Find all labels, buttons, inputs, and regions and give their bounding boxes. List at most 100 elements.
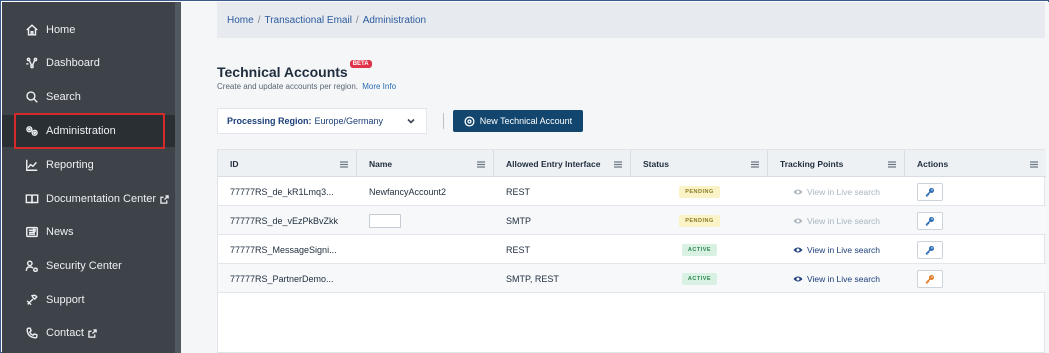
sidebar-item-contact[interactable]: Contact	[2, 317, 181, 349]
view-live-search-link: View in Live search	[793, 187, 880, 197]
cell-tracking: View in Live search	[768, 177, 905, 206]
column-menu-icon[interactable]	[1030, 160, 1038, 168]
status-badge: ACTIVE	[681, 243, 718, 256]
cell-name	[357, 235, 494, 264]
sidebar: Home Dashboard Search Administration Rep…	[2, 2, 181, 353]
table-row[interactable]: 77777RS_de_vEzPkBvZkk SMTP PENDING View …	[218, 206, 1046, 235]
column-header-tracking-points[interactable]: Tracking Points	[768, 150, 905, 177]
region-select[interactable]: Processing Region: Europe/Germany	[217, 108, 427, 134]
key-icon	[925, 187, 934, 197]
support-icon	[24, 292, 40, 308]
cell-tracking: View in Live search	[768, 235, 905, 264]
sidebar-item-security-center[interactable]: Security Center	[2, 250, 181, 282]
table-header: ID Name Allowed Entry Interface Status T…	[218, 150, 1046, 177]
table-row[interactable]: 77777RS_MessageSigni... REST ACTIVE View…	[218, 235, 1046, 264]
sidebar-item-support[interactable]: Support	[2, 284, 181, 316]
content-gutter	[181, 2, 217, 353]
administration-highlight	[14, 113, 165, 149]
status-badge: ACTIVE	[681, 272, 718, 285]
sidebar-item-news[interactable]: News	[2, 216, 181, 248]
column-label: Actions	[917, 158, 949, 169]
cell-actions	[905, 264, 1046, 293]
link-label: View in Live search	[806, 273, 881, 284]
column-header-name[interactable]: Name	[357, 150, 494, 177]
key-button[interactable]	[917, 240, 943, 259]
cell-interface: SMTP	[506, 215, 532, 226]
sidebar-item-label: Security Center	[46, 260, 122, 272]
sidebar-item-reporting[interactable]: Reporting	[2, 149, 181, 181]
column-header-id[interactable]: ID	[218, 150, 357, 177]
name-input[interactable]	[369, 213, 401, 228]
sidebar-item-home[interactable]: Home	[2, 14, 181, 46]
security-icon	[24, 258, 40, 274]
key-icon	[925, 274, 934, 284]
app-window: Home Dashboard Search Administration Rep…	[0, 0, 1049, 353]
sidebar-item-label: Documentation Center	[46, 193, 157, 205]
sidebar-item-dashboard[interactable]: Dashboard	[2, 47, 181, 79]
column-header-interface[interactable]: Allowed Entry Interface	[494, 150, 631, 177]
contact-icon	[24, 325, 40, 341]
key-icon	[925, 216, 934, 226]
cell-tracking: View in Live search	[768, 264, 905, 293]
column-header-status[interactable]: Status	[631, 150, 768, 177]
column-menu-icon[interactable]	[888, 160, 896, 168]
sidebar-item-label: Home	[46, 24, 76, 36]
sidebar-item-label: Search	[46, 91, 81, 103]
eye-icon	[793, 217, 803, 225]
book-icon	[24, 191, 40, 207]
column-menu-icon[interactable]	[614, 160, 622, 168]
cell-id: 77777RS_MessageSigni...	[230, 244, 337, 255]
column-label: Tracking Points	[780, 158, 844, 169]
new-technical-account-button[interactable]: New Technical Account	[453, 110, 583, 132]
table-row[interactable]: 77777RS_de_kR1Lmq3... NewfancyAccount2 R…	[218, 177, 1046, 206]
main-content: Home / Transactional Email / Administrat…	[181, 2, 1049, 353]
breadcrumb-transactional-email[interactable]: Transactional Email	[264, 15, 351, 26]
sidebar-item-search[interactable]: Search	[2, 81, 181, 113]
column-label: ID	[230, 158, 239, 169]
link-label: View in Live search	[806, 215, 881, 226]
cell-name	[357, 206, 494, 235]
breadcrumb: Home / Transactional Email / Administrat…	[217, 2, 1045, 38]
view-live-search-link: View in Live search	[793, 216, 880, 226]
column-menu-icon[interactable]	[477, 160, 485, 168]
cell-id: 77777RS_PartnerDemo...	[230, 273, 334, 284]
column-menu-icon[interactable]	[340, 160, 348, 168]
status-badge: PENDING	[679, 214, 720, 227]
subtitle-text: Create and update accounts per region.	[217, 82, 358, 91]
more-info-link[interactable]: More Info	[362, 82, 396, 91]
column-menu-icon[interactable]	[751, 160, 759, 168]
beta-badge: BETA	[349, 60, 372, 68]
key-button[interactable]	[917, 182, 943, 201]
cell-interface: SMTP, REST	[506, 273, 559, 284]
key-button[interactable]	[917, 269, 943, 288]
view-live-search-link[interactable]: View in Live search	[793, 245, 880, 255]
sidebar-item-documentation-center[interactable]: Documentation Center	[2, 183, 181, 215]
column-header-actions[interactable]: Actions	[905, 150, 1046, 177]
sidebar-item-label: Support	[46, 294, 85, 306]
cell-interface: REST	[506, 244, 531, 255]
page-title: Technical Accounts	[217, 64, 348, 80]
cell-interface: REST	[506, 186, 531, 197]
technical-accounts-table: ID Name Allowed Entry Interface Status T…	[217, 149, 1046, 353]
region-value: Europe/Germany	[314, 116, 384, 126]
add-circle-icon	[464, 115, 475, 127]
external-link-icon	[88, 328, 97, 338]
breadcrumb-home[interactable]: Home	[227, 15, 254, 26]
column-label: Allowed Entry Interface	[506, 158, 601, 169]
external-link-icon	[160, 194, 169, 204]
breadcrumb-separator: /	[355, 14, 359, 26]
cell-name: NewfancyAccount2	[369, 186, 447, 197]
region-label: Processing Region:	[227, 116, 312, 126]
view-live-search-link[interactable]: View in Live search	[793, 274, 880, 284]
key-button[interactable]	[917, 211, 943, 230]
cell-id: 77777RS_de_vEzPkBvZkk	[230, 215, 339, 226]
table-row[interactable]: 77777RS_PartnerDemo... SMTP, REST ACTIVE…	[218, 264, 1046, 293]
link-label: View in Live search	[806, 244, 881, 255]
cell-status: ACTIVE	[631, 264, 768, 293]
sidebar-item-label: Contact	[46, 327, 84, 339]
page-subtitle: Create and update accounts per region. M…	[217, 82, 396, 91]
sidebar-item-label: Reporting	[46, 159, 94, 171]
cell-tracking: View in Live search	[768, 206, 905, 235]
breadcrumb-administration: Administration	[362, 14, 427, 26]
eye-icon	[793, 188, 803, 196]
